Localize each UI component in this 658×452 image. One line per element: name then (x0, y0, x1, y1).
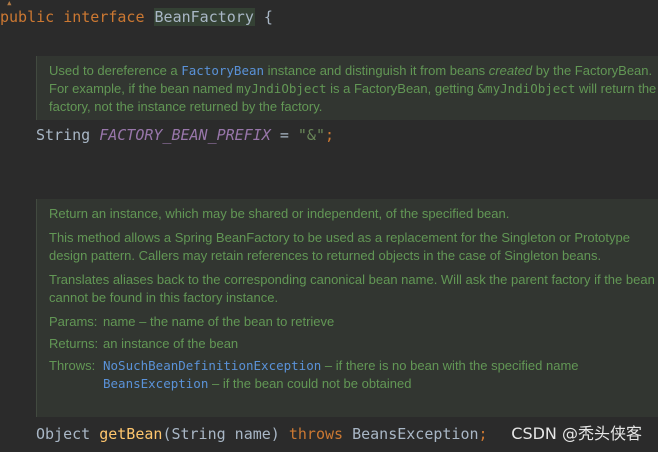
method-declaration: Object getBean(String name) throws Beans… (36, 425, 488, 443)
doc-throws-row: Throws: NoSuchBeanDefinitionException – … (49, 358, 579, 391)
doc-comment-get-bean: Return an instance, which may be shared … (36, 199, 658, 417)
interface-name[interactable]: BeanFactory (153, 8, 255, 26)
csdn-watermark: CSDN @秃头侠客 (511, 424, 642, 443)
doc-paragraph-summary: Return an instance, which may be shared … (49, 206, 510, 221)
doc-params-row: Params: name – the name of the bean to r… (49, 314, 335, 329)
link-factorybean[interactable]: FactoryBean (181, 63, 264, 78)
field-type: String (36, 126, 91, 144)
field-value: "&" (297, 126, 325, 144)
doc-paragraph: Used to dereference a FactoryBean instan… (49, 63, 657, 114)
link-beans-exception[interactable]: BeansException (103, 376, 208, 391)
keyword-throws: throws (288, 425, 344, 443)
doc-paragraph-aliases: Translates aliases back to the correspon… (49, 272, 655, 305)
keyword-public: public (0, 8, 55, 26)
method-name[interactable]: getBean (99, 425, 162, 443)
method-exception: BeansException (343, 425, 479, 443)
doc-returns-row: Returns: an instance of the bean (49, 336, 239, 351)
interface-declaration: public interface BeanFactory { (0, 8, 273, 26)
doc-comment-factory-bean-prefix: Used to dereference a FactoryBean instan… (36, 56, 658, 120)
open-brace: { (263, 8, 273, 26)
field-name[interactable]: FACTORY_BEAN_PREFIX (99, 126, 271, 144)
keyword-interface: interface (63, 8, 145, 26)
method-params: (String name) (162, 425, 289, 443)
link-no-such-bean-definition-exception[interactable]: NoSuchBeanDefinitionException (103, 358, 321, 373)
doc-paragraph-description: This method allows a Spring BeanFactory … (49, 230, 630, 263)
method-return-type: Object (36, 425, 91, 443)
field-declaration: String FACTORY_BEAN_PREFIX = "&"; (36, 126, 335, 144)
